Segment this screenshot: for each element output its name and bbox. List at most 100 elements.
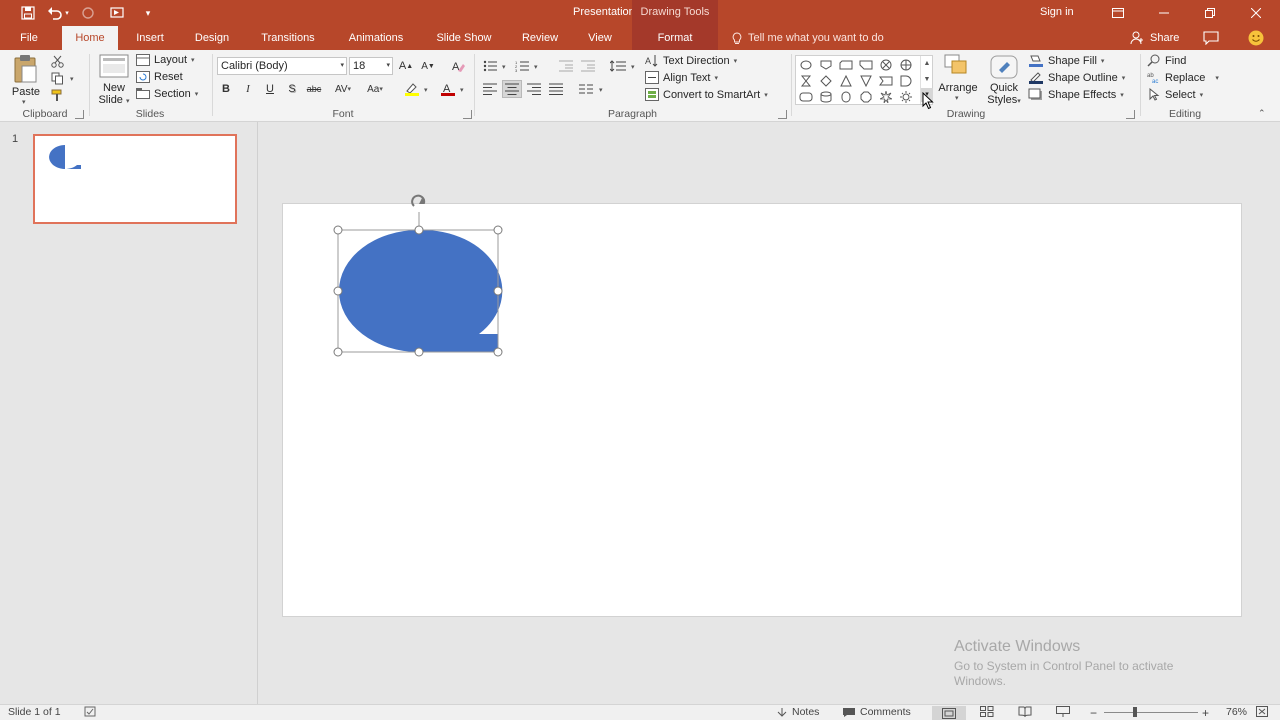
flowchart-delay-shape-icon[interactable] xyxy=(897,73,915,88)
share-button[interactable]: Share xyxy=(1130,26,1179,50)
star-burst-shape-icon[interactable] xyxy=(877,89,895,104)
customize-qat-icon[interactable]: ▾ xyxy=(136,2,160,24)
resize-handle[interactable] xyxy=(493,225,503,235)
increase-font-size-icon[interactable]: A ▲ xyxy=(397,57,415,75)
decrease-indent-icon[interactable] xyxy=(557,57,575,75)
oval-shape-icon[interactable] xyxy=(797,57,815,72)
tell-me-box[interactable]: Tell me what you want to do xyxy=(732,26,884,50)
rotate-handle-icon[interactable] xyxy=(411,194,426,207)
tab-view[interactable]: View xyxy=(578,26,622,50)
octagon-shape-icon[interactable] xyxy=(857,89,875,104)
clipboard-launcher-icon[interactable] xyxy=(75,110,84,119)
format-painter-icon[interactable] xyxy=(50,88,64,102)
tab-slide-show[interactable]: Slide Show xyxy=(428,26,500,50)
rounded-rectangle-shape-icon[interactable] xyxy=(837,57,855,72)
multiply-circle-shape-icon[interactable] xyxy=(877,57,895,72)
decrease-font-size-icon[interactable]: A ▼ xyxy=(419,57,437,75)
ribbon-display-options-icon[interactable] xyxy=(1095,0,1141,26)
redo-icon[interactable] xyxy=(76,2,100,24)
clear-formatting-icon[interactable]: A xyxy=(449,57,467,75)
font-size-combo[interactable]: 18 ▾ xyxy=(349,57,393,75)
minimize-icon[interactable] xyxy=(1141,0,1187,26)
tab-format[interactable]: Format xyxy=(632,26,718,50)
font-color-icon[interactable]: A xyxy=(439,80,457,98)
comments-icon[interactable] xyxy=(1203,31,1219,48)
highlight-color-icon[interactable] xyxy=(403,80,421,98)
callout-shape[interactable] xyxy=(338,229,503,352)
find-button[interactable]: Find xyxy=(1147,54,1186,67)
slideshow-view-icon[interactable] xyxy=(1056,706,1070,717)
font-name-combo[interactable]: Calibri (Body) ▾ xyxy=(217,57,347,75)
selected-shape[interactable] xyxy=(332,194,506,360)
resize-handle[interactable] xyxy=(333,347,343,357)
resize-handle[interactable] xyxy=(333,286,343,296)
start-from-beginning-icon[interactable] xyxy=(106,2,130,24)
layout-button[interactable]: Layout ▾ xyxy=(136,54,195,66)
convert-smartart-button[interactable]: Convert to SmartArt ▾ xyxy=(645,88,768,101)
numbering-icon[interactable]: 123 xyxy=(513,57,531,75)
character-spacing-button[interactable]: AV ▾ xyxy=(329,80,357,98)
underline-button[interactable]: U xyxy=(261,80,279,98)
align-left-icon[interactable] xyxy=(481,80,499,98)
text-shadow-button[interactable]: S xyxy=(283,80,301,98)
sign-in-link[interactable]: Sign in xyxy=(1040,6,1074,18)
copy-icon[interactable] xyxy=(50,71,64,85)
bold-button[interactable]: B xyxy=(217,80,235,98)
zoom-slider-thumb[interactable] xyxy=(1133,707,1137,717)
plus-circle-shape-icon[interactable] xyxy=(897,57,915,72)
text-direction-button[interactable]: A Text Direction ▾ xyxy=(645,54,737,67)
arrange-button[interactable]: Arrange ▾ xyxy=(936,54,980,108)
save-icon[interactable] xyxy=(16,2,40,24)
normal-view-icon[interactable] xyxy=(932,706,966,720)
gallery-down-icon[interactable]: ▼ xyxy=(921,72,933,88)
pentagon-shape-icon[interactable] xyxy=(817,57,835,72)
tab-transitions[interactable]: Transitions xyxy=(252,26,324,50)
resize-handle[interactable] xyxy=(493,347,503,357)
tab-home[interactable]: Home xyxy=(62,26,118,50)
increase-indent-icon[interactable] xyxy=(579,57,597,75)
strikethrough-button[interactable]: abc xyxy=(305,80,323,98)
sun-shape-icon[interactable] xyxy=(897,89,915,104)
inverted-triangle-shape-icon[interactable] xyxy=(857,73,875,88)
bullets-icon[interactable] xyxy=(481,57,499,75)
align-center-icon[interactable] xyxy=(502,80,522,98)
resize-handle[interactable] xyxy=(414,225,424,235)
fit-to-window-icon[interactable] xyxy=(1256,706,1268,717)
can-shape-icon[interactable] xyxy=(837,89,855,104)
change-case-button[interactable]: Aa ▾ xyxy=(361,80,389,98)
chevron-shape-icon[interactable] xyxy=(877,73,895,88)
triangle-shape-icon[interactable] xyxy=(837,73,855,88)
smiley-feedback-icon[interactable] xyxy=(1248,30,1264,49)
columns-icon[interactable] xyxy=(577,80,595,98)
undo-icon[interactable]: ▾ xyxy=(46,2,70,24)
resize-handle[interactable] xyxy=(333,225,343,235)
shape-outline-button[interactable]: Shape Outline ▾ xyxy=(1028,71,1125,84)
slide-thumbnail[interactable] xyxy=(33,134,237,224)
quick-styles-button[interactable]: Quick Styles▾ xyxy=(984,54,1024,108)
slide-sorter-view-icon[interactable] xyxy=(980,706,994,717)
align-right-icon[interactable] xyxy=(525,80,543,98)
select-button[interactable]: Select ▾ xyxy=(1147,88,1203,101)
spell-check-icon[interactable] xyxy=(84,706,98,717)
tab-design[interactable]: Design xyxy=(186,26,238,50)
align-text-button[interactable]: Align Text ▾ xyxy=(645,71,718,84)
line-spacing-icon[interactable] xyxy=(609,57,627,75)
shape-effects-button[interactable]: Shape Effects ▾ xyxy=(1028,88,1124,101)
comments-button[interactable]: Comments xyxy=(842,706,911,718)
zoom-level[interactable]: 76% xyxy=(1226,706,1247,718)
gallery-up-icon[interactable]: ▲ xyxy=(921,56,933,72)
font-launcher-icon[interactable] xyxy=(463,110,472,119)
cylinder-shape-icon[interactable] xyxy=(817,89,835,104)
tab-animations[interactable]: Animations xyxy=(338,26,414,50)
italic-button[interactable]: I xyxy=(239,80,257,98)
justify-icon[interactable] xyxy=(547,80,565,98)
notes-button[interactable]: Notes xyxy=(776,706,819,718)
replace-button[interactable]: ab ac Replace ▾ xyxy=(1147,71,1219,85)
drawing-launcher-icon[interactable] xyxy=(1126,110,1135,119)
reading-view-icon[interactable] xyxy=(1018,706,1032,717)
reset-button[interactable]: Reset xyxy=(136,71,183,83)
tab-review[interactable]: Review xyxy=(512,26,568,50)
resize-handle[interactable] xyxy=(493,286,503,296)
restore-icon[interactable] xyxy=(1187,0,1233,26)
snip-rectangle-shape-icon[interactable] xyxy=(857,57,875,72)
